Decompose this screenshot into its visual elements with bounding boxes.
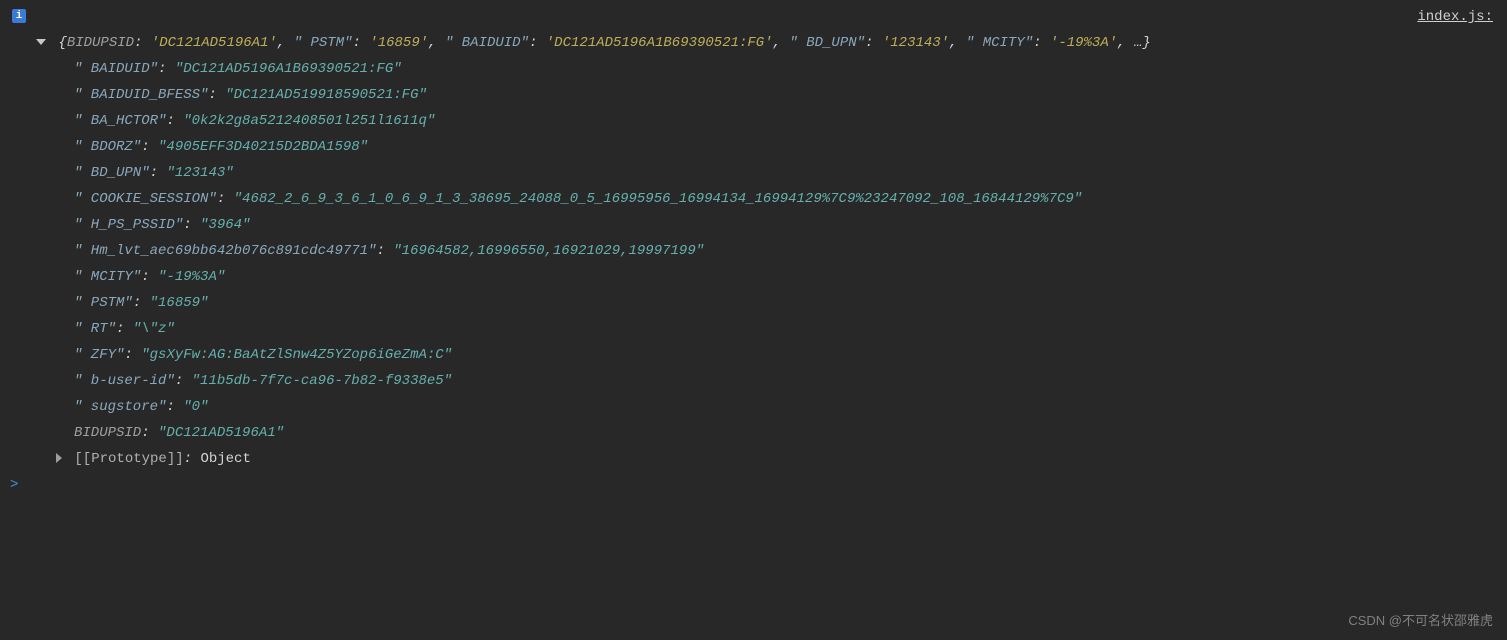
- header-line: index.js: i: [8, 4, 1499, 30]
- preview-value: '123143': [882, 35, 949, 51]
- object-property-row[interactable]: " BD_UPN": "123143": [8, 160, 1499, 186]
- prompt-chevron-icon: >: [8, 477, 18, 493]
- object-property-row[interactable]: " MCITY": "-19%3A": [8, 264, 1499, 290]
- property-value: "DC121AD519918590521:FG": [225, 87, 427, 103]
- preview-key: BIDUPSID: [67, 35, 134, 51]
- object-preview-row[interactable]: {BIDUPSID: 'DC121AD5196A1', " PSTM": '16…: [8, 30, 1499, 56]
- property-value: "16964582,16996550,16921029,19997199": [393, 243, 704, 259]
- source-link-text: index.js:: [1417, 9, 1493, 25]
- prototype-label: [[Prototype]]: [74, 451, 183, 467]
- preview-key: " MCITY": [966, 35, 1033, 51]
- property-key: " RT": [74, 321, 116, 337]
- source-link[interactable]: index.js:: [1417, 4, 1493, 30]
- property-value: "0": [183, 399, 208, 415]
- property-key: " b-user-id": [74, 373, 175, 389]
- property-key: " H_PS_PSSID": [74, 217, 183, 233]
- property-value: "4905EFF3D40215D2BDA1598": [158, 139, 368, 155]
- prompt-line[interactable]: >: [8, 472, 1499, 498]
- prototype-row[interactable]: [[Prototype]]: Object: [8, 446, 1499, 472]
- property-key: " PSTM": [74, 295, 133, 311]
- property-value: "11b5db-7f7c-ca96-7b82-f9338e5": [192, 373, 452, 389]
- preview-key: " BD_UPN": [789, 35, 865, 51]
- object-property-row[interactable]: " BAIDUID": "DC121AD5196A1B69390521:FG": [8, 56, 1499, 82]
- property-value: "-19%3A": [158, 269, 225, 285]
- property-value: "4682_2_6_9_3_6_1_0_6_9_1_3_38695_24088_…: [234, 191, 1083, 207]
- preview-value: 'DC121AD5196A1': [151, 35, 277, 51]
- property-value: "DC121AD5196A1": [158, 425, 284, 441]
- object-property-row[interactable]: BIDUPSID: "DC121AD5196A1": [8, 420, 1499, 446]
- object-property-row[interactable]: " Hm_lvt_aec69bb642b076c891cdc49771": "1…: [8, 238, 1499, 264]
- property-value: "\"z": [133, 321, 175, 337]
- property-value: "DC121AD5196A1B69390521:FG": [175, 61, 402, 77]
- chevron-down-icon[interactable]: [36, 39, 46, 45]
- chevron-right-icon[interactable]: [56, 453, 62, 463]
- object-property-row[interactable]: " BA_HCTOR": "0k2k2g8a5212408501l251l161…: [8, 108, 1499, 134]
- preview-key: " PSTM": [294, 35, 353, 51]
- property-key: " ZFY": [74, 347, 124, 363]
- property-key: " BAIDUID": [74, 61, 158, 77]
- property-key: BIDUPSID: [74, 425, 141, 441]
- property-key: " COOKIE_SESSION": [74, 191, 217, 207]
- property-key: " BAIDUID_BFESS": [74, 87, 208, 103]
- property-value: "16859": [150, 295, 209, 311]
- object-property-row[interactable]: " BDORZ": "4905EFF3D40215D2BDA1598": [8, 134, 1499, 160]
- object-property-row[interactable]: " BAIDUID_BFESS": "DC121AD519918590521:F…: [8, 82, 1499, 108]
- property-key: " BDORZ": [74, 139, 141, 155]
- property-key: " BA_HCTOR": [74, 113, 166, 129]
- property-value: "gsXyFw:AG:BaAtZlSnw4Z5YZop6iGeZmA:C": [141, 347, 452, 363]
- object-property-row[interactable]: " sugstore": "0": [8, 394, 1499, 420]
- property-key: " sugstore": [74, 399, 166, 415]
- watermark: CSDN @不可名状邵雅虎: [1348, 608, 1493, 634]
- object-property-row[interactable]: " RT": "\"z": [8, 316, 1499, 342]
- preview-value: 'DC121AD5196A1B69390521:FG': [546, 35, 773, 51]
- preview-value: '-19%3A': [1050, 35, 1117, 51]
- preview-key: " BAIDUID": [445, 35, 529, 51]
- property-key: " Hm_lvt_aec69bb642b076c891cdc49771": [74, 243, 376, 259]
- property-key: " MCITY": [74, 269, 141, 285]
- console-output: index.js: i {BIDUPSID: 'DC121AD5196A1', …: [0, 0, 1507, 498]
- object-property-row[interactable]: " ZFY": "gsXyFw:AG:BaAtZlSnw4Z5YZop6iGeZ…: [8, 342, 1499, 368]
- object-property-row[interactable]: " H_PS_PSSID": "3964": [8, 212, 1499, 238]
- preview-value: '16859': [369, 35, 428, 51]
- object-property-row[interactable]: " PSTM": "16859": [8, 290, 1499, 316]
- property-key: " BD_UPN": [74, 165, 150, 181]
- property-value: "123143": [166, 165, 233, 181]
- info-icon[interactable]: i: [12, 9, 26, 23]
- property-value: "3964": [200, 217, 250, 233]
- property-value: "0k2k2g8a5212408501l251l1611q": [183, 113, 435, 129]
- object-property-row[interactable]: " COOKIE_SESSION": "4682_2_6_9_3_6_1_0_6…: [8, 186, 1499, 212]
- object-property-row[interactable]: " b-user-id": "11b5db-7f7c-ca96-7b82-f93…: [8, 368, 1499, 394]
- prototype-value: Object: [200, 451, 250, 467]
